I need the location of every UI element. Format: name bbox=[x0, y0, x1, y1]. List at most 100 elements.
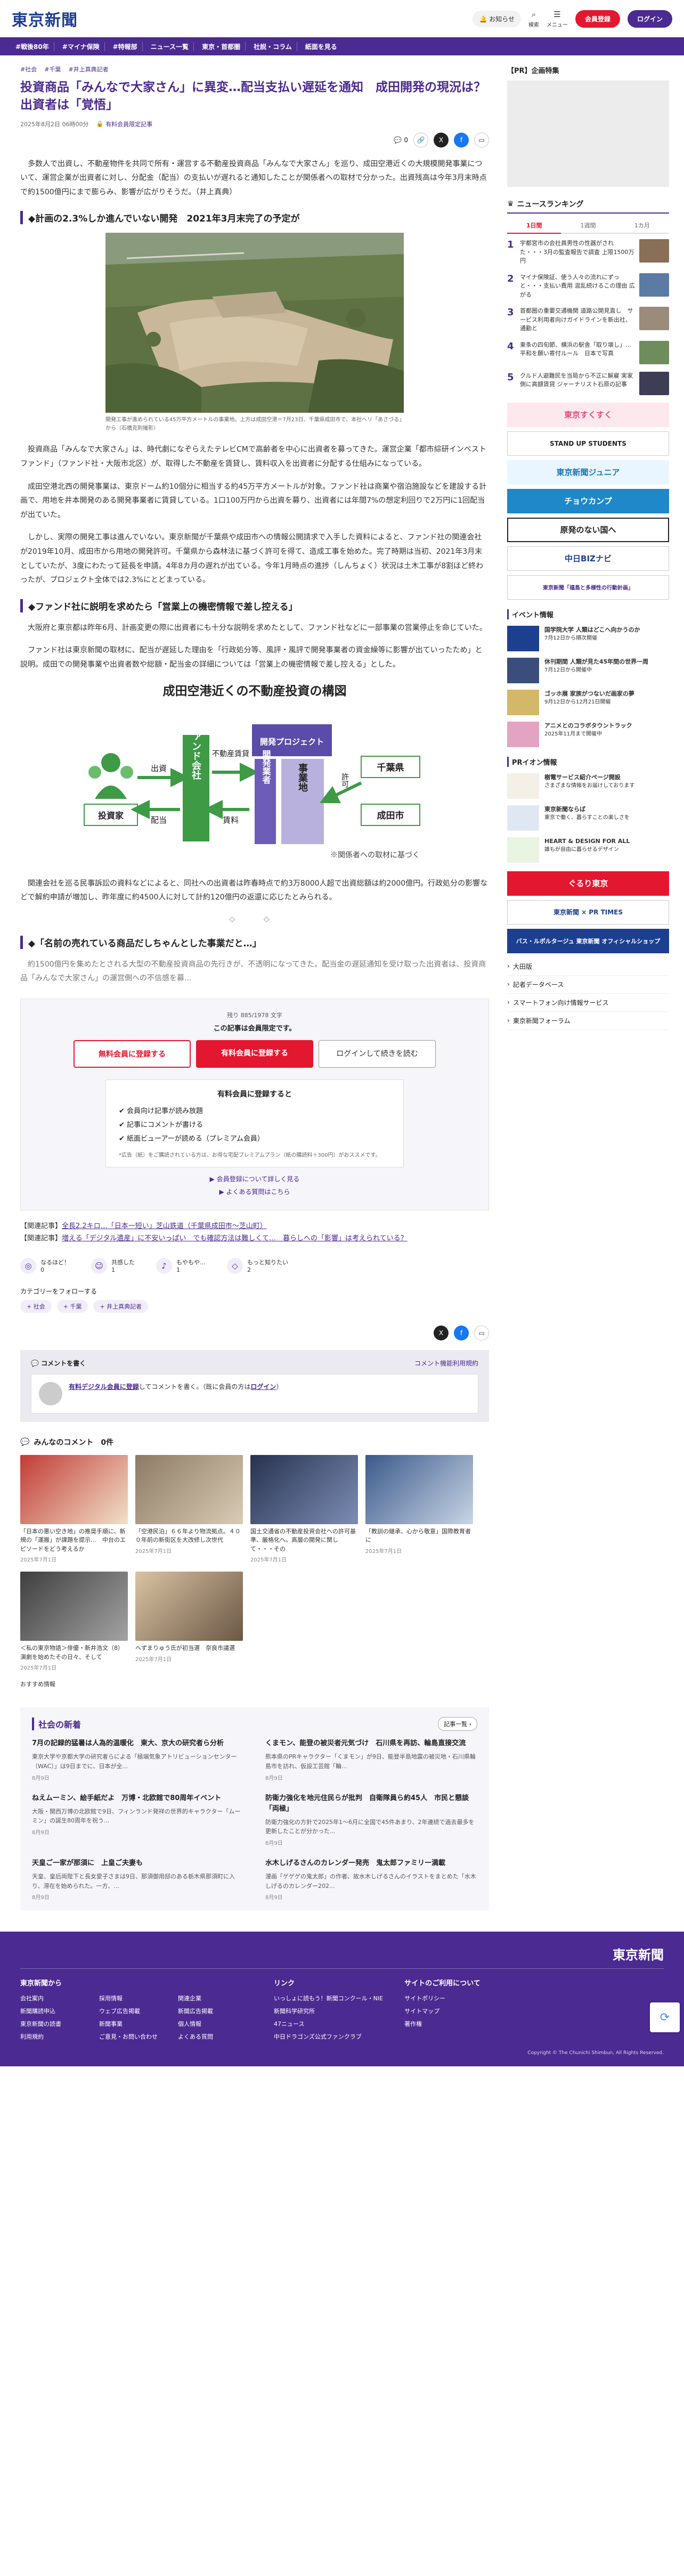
copy-link-icon[interactable]: 🔗 bbox=[413, 132, 428, 148]
free-signup-button[interactable]: 無料会員に登録する bbox=[74, 1040, 191, 1068]
footer-link[interactable]: 新聞広告掲載 bbox=[178, 2007, 253, 2015]
nav-item[interactable]: 社説・コラム bbox=[249, 42, 297, 51]
footer-link[interactable]: 著作権 bbox=[404, 2019, 481, 2028]
side-link[interactable]: › 大田版 bbox=[507, 958, 669, 976]
related-link[interactable]: 増える「デジタル遺産」に不安いっぱい でも確認方法は難しくて… 暮らしへの「影響… bbox=[62, 1234, 408, 1242]
news-item[interactable]: ねえムーミン、絵手紙だよ 万博・北欧館で80周年イベント 大阪・関西万博の北欧館で… bbox=[32, 1793, 244, 1846]
banner-bizbavi[interactable]: 中日BIZナビ bbox=[507, 546, 669, 571]
menu-button[interactable]: ☰ メニュー bbox=[547, 10, 568, 28]
footer-link[interactable]: 東京新聞の読書 bbox=[20, 2019, 95, 2028]
reaction-button[interactable]: ♪ もやもや… 1 bbox=[156, 1257, 206, 1274]
banner-fukushima[interactable]: 東京新聞「福島と多様性の行動計画」 bbox=[507, 575, 669, 600]
tab-1day[interactable]: 1日間 bbox=[507, 218, 561, 234]
banner-genpatsu[interactable]: 原発のない国へ bbox=[507, 517, 669, 542]
side-link[interactable]: › 東京新聞フォーラム bbox=[507, 1012, 669, 1030]
comment-guidelines-link[interactable]: コメント機能利用規約 bbox=[414, 1359, 478, 1368]
ranking-item[interactable]: 4 東条の四旬節、横浜の駅舎「取り壊し」…平和を願い寄付ルール 日本で写真 bbox=[507, 340, 669, 364]
signup-button[interactable]: 会員登録 bbox=[575, 10, 620, 28]
footer-link[interactable]: ご意見・お問い合わせ bbox=[99, 2032, 174, 2041]
footer-link[interactable]: 採用情報 bbox=[99, 1994, 174, 2002]
related-card[interactable]: 「教訓の継承、心から敬意」国際教育者に 2025年7月1日 bbox=[365, 1454, 473, 1564]
footer-link[interactable]: 個人情報 bbox=[178, 2019, 253, 2028]
reaction-button[interactable]: ◎ なるほど！ 0 bbox=[20, 1257, 70, 1274]
news-item[interactable]: 防衛力強化を地元住民らが批判 自衛隊員ら約45人 市民と懇談「両極」 防衛力強化の… bbox=[265, 1793, 477, 1846]
footer-link[interactable]: 利用規約 bbox=[20, 2032, 95, 2041]
side-link[interactable]: › スマートフォン向け情報サービス bbox=[507, 994, 669, 1012]
footer-link[interactable]: ウェブ広告掲載 bbox=[99, 2007, 174, 2015]
search-button[interactable]: ⌕ 検索 bbox=[528, 10, 539, 28]
bookmark-icon[interactable]: ▭ bbox=[474, 132, 489, 148]
banner-junior[interactable]: 東京新聞ジュニア bbox=[507, 460, 669, 485]
event-item[interactable]: 国学院大学 人類はどこへ向かうのか 7月12日から順次開催 bbox=[507, 625, 669, 651]
tab-1week[interactable]: 1週間 bbox=[561, 218, 615, 234]
news-item[interactable]: 7月の記録的猛暑は人為的温暖化 東大、京大の研究者ら分析 東京大学や京都大学の研究… bbox=[32, 1738, 244, 1781]
crumb-tag[interactable]: #社会 bbox=[20, 65, 37, 73]
banner-prtimes[interactable]: 東京新聞 × PR TIMES bbox=[507, 899, 669, 925]
ranking-item[interactable]: 3 首都圏の重要交通機関 道路公開見直し サービス利用者向けガイドラインを新出社、… bbox=[507, 307, 669, 333]
footer-link[interactable]: サイトポリシー bbox=[404, 1994, 481, 2002]
footer-link[interactable]: サイトマップ bbox=[404, 2007, 481, 2015]
news-item[interactable]: くまモン、能登の被災者元気づけ 石川県を再訪、輪島直接交流 熊本県のPRキャラクタ… bbox=[265, 1738, 477, 1781]
footer-link[interactable]: 関連企業 bbox=[178, 1994, 253, 2002]
footer-link[interactable]: 新聞事業 bbox=[99, 2019, 174, 2028]
ranking-item[interactable]: 5 クルド人避難民を当局から不正に解雇 実家側に高額賃貸 ジャーナリスト石原の記事 bbox=[507, 371, 669, 395]
footer-link[interactable]: よくある質問 bbox=[178, 2032, 253, 2041]
notification-button[interactable]: 🔔 お知らせ bbox=[473, 10, 521, 27]
footer-link[interactable]: 新聞科学研究所 bbox=[274, 2007, 383, 2015]
nav-item[interactable]: #特報部 bbox=[108, 42, 143, 51]
related-link[interactable]: 全長2.2キロ…「日本一短い」芝山鉄道（千葉県成田市〜芝山町） bbox=[62, 1222, 267, 1230]
event-item[interactable]: アニメとのコラボタウントラック 2025年11月まで開催中 bbox=[507, 721, 669, 747]
nav-item[interactable]: ニュース一覧 bbox=[146, 42, 194, 51]
x-share-icon[interactable]: X bbox=[434, 132, 449, 148]
nav-item[interactable]: #戦後80年 bbox=[11, 42, 54, 51]
banner-gururi[interactable]: ぐるり東京 bbox=[507, 871, 669, 896]
related-card[interactable]: 「日本の悪い空き地」の推奨手順に、新規の「運搬」が課題を提示… 中台のエピソード… bbox=[20, 1454, 128, 1563]
side-link[interactable]: › 記者データベース bbox=[507, 976, 669, 994]
footer-link[interactable]: いっしょに読もう！新聞コンクール・NIE bbox=[274, 1994, 383, 2002]
footer-link[interactable]: 新聞購読申込 bbox=[20, 2007, 95, 2015]
tab-1month[interactable]: 1カ月 bbox=[615, 218, 669, 234]
related-card[interactable]: ＜私の東京物語＞俳優・新井浩文（8）演劇を始めたその日々、そして 2025年7月1… bbox=[20, 1572, 128, 1671]
crumb-tag[interactable]: #井上真典記者 bbox=[68, 65, 108, 73]
reaction-button[interactable]: ◇ もっと知りたい 2 bbox=[227, 1257, 288, 1274]
login-continue-button[interactable]: ログインして続きを読む bbox=[319, 1040, 436, 1068]
news-list-link[interactable]: 記事一覧 › bbox=[438, 1717, 477, 1731]
banner-sukusuku[interactable]: 東京すくすく bbox=[507, 402, 669, 427]
ad-slot[interactable] bbox=[507, 80, 669, 187]
related-card[interactable]: へずまりゅう氏が初当選 奈良市議選 2025年7月1日 bbox=[135, 1572, 243, 1671]
event-item[interactable]: ゴッホ展 家族がつないだ画家の夢 9月12日から12月21日開催 bbox=[507, 689, 669, 715]
ranking-item[interactable]: 1 宇都宮市の会社員男性の性器がされた・・・3月の監査報告で調査 上限1500万円 bbox=[507, 239, 669, 266]
follow-tag[interactable]: + 社会 bbox=[20, 1299, 52, 1313]
nav-item[interactable]: 東京・首都圏 bbox=[197, 42, 246, 51]
ranking-item[interactable]: 2 マイナ保険証、使う人々の流れにずっと・・・支払い費用 混乱続けるこの理由 広が… bbox=[507, 273, 669, 300]
event-item[interactable]: 休刊期間 人類が見た45年間の世界一周 7月12日から開催中 bbox=[507, 657, 669, 683]
facebook-share-icon[interactable]: f bbox=[454, 132, 469, 148]
reaction-button[interactable]: ☺ 共感した 1 bbox=[91, 1257, 135, 1274]
signup-link[interactable]: 有料デジタル会員に登録 bbox=[69, 1383, 139, 1391]
footer-logo[interactable]: 東京新聞 bbox=[613, 1944, 664, 1963]
footer-link[interactable]: 47ニュース bbox=[274, 2019, 383, 2028]
nav-item[interactable]: #マイナ保険 bbox=[58, 42, 105, 51]
footer-link[interactable]: 中日ドラゴンズ公式ファンクラブ bbox=[274, 2032, 383, 2041]
login-link[interactable]: ログイン bbox=[250, 1383, 276, 1391]
faq-link[interactable]: ▶ よくある質問はこちら bbox=[37, 1185, 473, 1198]
comment-count[interactable]: 💬 0 bbox=[394, 136, 408, 144]
banner-chokanpu[interactable]: チョウカンプ bbox=[507, 488, 669, 513]
news-item[interactable]: 水木しげるさんのカレンダー発売 鬼太郎ファミリー満載 漫画「ゲゲゲの鬼太郎」の作者… bbox=[265, 1858, 477, 1901]
follow-tag[interactable]: + 千葉 bbox=[56, 1299, 88, 1313]
site-logo[interactable]: 東京新聞 bbox=[12, 7, 78, 30]
nav-item[interactable]: 紙面を見る bbox=[300, 42, 342, 51]
pr-item[interactable]: HEART & DESIGN FOR ALL 誰もが自由に暮らせるデザイン bbox=[507, 837, 669, 863]
related-card[interactable]: 国土交通省の不動産投資会社への許可基準、厳格化へ。高層の開発に関して・・・その 2… bbox=[250, 1454, 358, 1563]
related-card[interactable]: 「空港民泊」６６年より物流拠点。４００年前の新街区を大改修し次世代 2025年7月… bbox=[135, 1454, 243, 1564]
follow-tag[interactable]: + 井上真典記者 bbox=[93, 1299, 149, 1313]
login-button[interactable]: ログイン bbox=[627, 10, 672, 28]
paid-signup-button[interactable]: 有料会員に登録する bbox=[196, 1040, 313, 1068]
bookmark-icon[interactable]: ▭ bbox=[474, 1325, 489, 1340]
crumb-tag[interactable]: #千葉 bbox=[44, 65, 61, 73]
footer-link[interactable]: 会社案内 bbox=[20, 1994, 95, 2002]
pr-item[interactable]: 樹電サービス紹介ページ開設 さまざまな情報をお届けしております bbox=[507, 773, 669, 799]
news-item[interactable]: 天皇ご一家が那須に 上皇ご夫妻も 天皇、皇后両陛下と長女愛子さまは9日、那須御用邸… bbox=[32, 1858, 244, 1901]
membership-info-link[interactable]: ▶ 会員登録について詳しく見る bbox=[37, 1173, 473, 1185]
pr-item[interactable]: 東京新聞ならば 東京で働く、暮らすことの楽しさを bbox=[507, 805, 669, 831]
